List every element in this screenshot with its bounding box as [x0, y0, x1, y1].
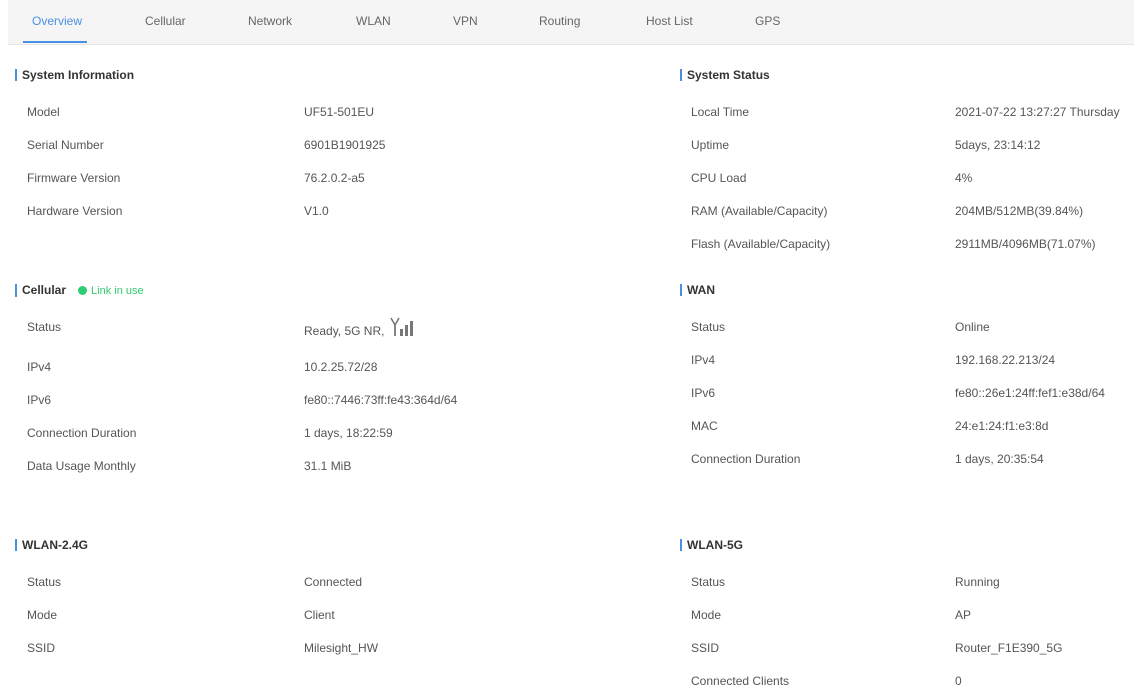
row-value: 4%: [955, 171, 973, 185]
section-title-wan: WAN: [680, 284, 715, 296]
row-label: Connected Clients: [691, 674, 790, 688]
row-label: Status: [27, 320, 62, 334]
tab-gps[interactable]: GPS: [755, 14, 780, 44]
row-value: fe80::7446:73ff:fe43:364d/64: [304, 393, 458, 407]
section-title-text: Cellular: [22, 283, 67, 297]
row-label: IPv6: [691, 386, 716, 400]
row-label: Connection Duration: [27, 426, 137, 440]
row-value: AP: [955, 608, 972, 622]
row-label: Connection Duration: [691, 452, 801, 466]
row-label: Firmware Version: [27, 171, 121, 185]
tab-network[interactable]: Network: [248, 14, 292, 44]
row-value: 10.2.25.72/28: [304, 360, 378, 374]
row-value: 6901B1901925: [304, 138, 386, 152]
row-label: CPU Load: [691, 171, 747, 185]
row-label: Flash (Available/Capacity): [691, 237, 831, 251]
section-title-system-status: System Status: [680, 69, 770, 81]
tab-host-list[interactable]: Host List: [646, 14, 693, 44]
row-value: 31.1 MiB: [304, 459, 352, 473]
row-value: 204MB/512MB(39.84%): [955, 204, 1084, 218]
row-value: Router_F1E390_5G: [955, 641, 1063, 655]
tab-routing[interactable]: Routing: [539, 14, 580, 44]
row-value: V1.0: [304, 204, 329, 218]
row-label: Hardware Version: [27, 204, 123, 218]
row-value: fe80::26e1:24ff:fef1:e38d/64: [955, 386, 1105, 400]
row-label: Mode: [27, 608, 58, 622]
row-label: RAM (Available/Capacity): [691, 204, 828, 218]
row-value: 192.168.22.213/24: [955, 353, 1056, 367]
row-value: 2911MB/4096MB(71.07%): [955, 237, 1096, 251]
row-value: Connected: [304, 575, 363, 589]
row-label: Uptime: [691, 138, 730, 152]
row-value: 76.2.0.2-a5: [304, 171, 365, 185]
section-title-cellular: Cellular Link in use: [15, 284, 144, 297]
row-value: 0: [955, 674, 962, 688]
link-status-text: Link in use: [91, 285, 144, 297]
active-tab-indicator: [23, 41, 87, 43]
row-value: 2021-07-22 13:27:27 Thursday: [955, 105, 1120, 119]
row-value: 1 days, 18:22:59: [304, 426, 393, 440]
row-value: Ready, 5G NR,: [304, 324, 385, 338]
row-value: 5days, 23:14:12: [955, 138, 1041, 152]
tab-cellular[interactable]: Cellular: [145, 14, 186, 44]
row-label: Data Usage Monthly: [27, 459, 136, 473]
tab-overview[interactable]: Overview: [32, 14, 82, 44]
row-value: 24:e1:24:f1:e3:8d: [955, 419, 1049, 433]
signal-strength-icon: [390, 317, 413, 336]
row-label: MAC: [691, 419, 718, 433]
row-label: IPv4: [27, 360, 52, 374]
row-label: Mode: [691, 608, 722, 622]
section-title-wlan-2-4g: WLAN-2.4G: [15, 539, 88, 551]
link-status-dot-icon: [78, 286, 88, 295]
row-label: IPv6: [27, 393, 52, 407]
row-label: Status: [691, 575, 726, 589]
section-title-wlan-5g: WLAN-5G: [680, 539, 743, 551]
row-value: Milesight_HW: [304, 641, 379, 655]
row-label: Local Time: [691, 105, 750, 119]
row-value: Running: [955, 575, 1000, 589]
row-label: SSID: [691, 641, 720, 655]
row-label: Status: [27, 575, 62, 589]
section-title-system-information: System Information: [15, 69, 134, 81]
row-value: UF51-501EU: [304, 105, 375, 119]
row-value: Client: [304, 608, 335, 622]
row-label: SSID: [27, 641, 56, 655]
row-value: 1 days, 20:35:54: [955, 452, 1044, 466]
row-label: IPv4: [691, 353, 716, 367]
row-value: Online: [955, 320, 990, 334]
row-label: Status: [691, 320, 726, 334]
tab-wlan[interactable]: WLAN: [356, 14, 391, 44]
row-label: Serial Number: [27, 138, 104, 152]
tab-vpn[interactable]: VPN: [453, 14, 478, 44]
row-label: Model: [27, 105, 60, 119]
